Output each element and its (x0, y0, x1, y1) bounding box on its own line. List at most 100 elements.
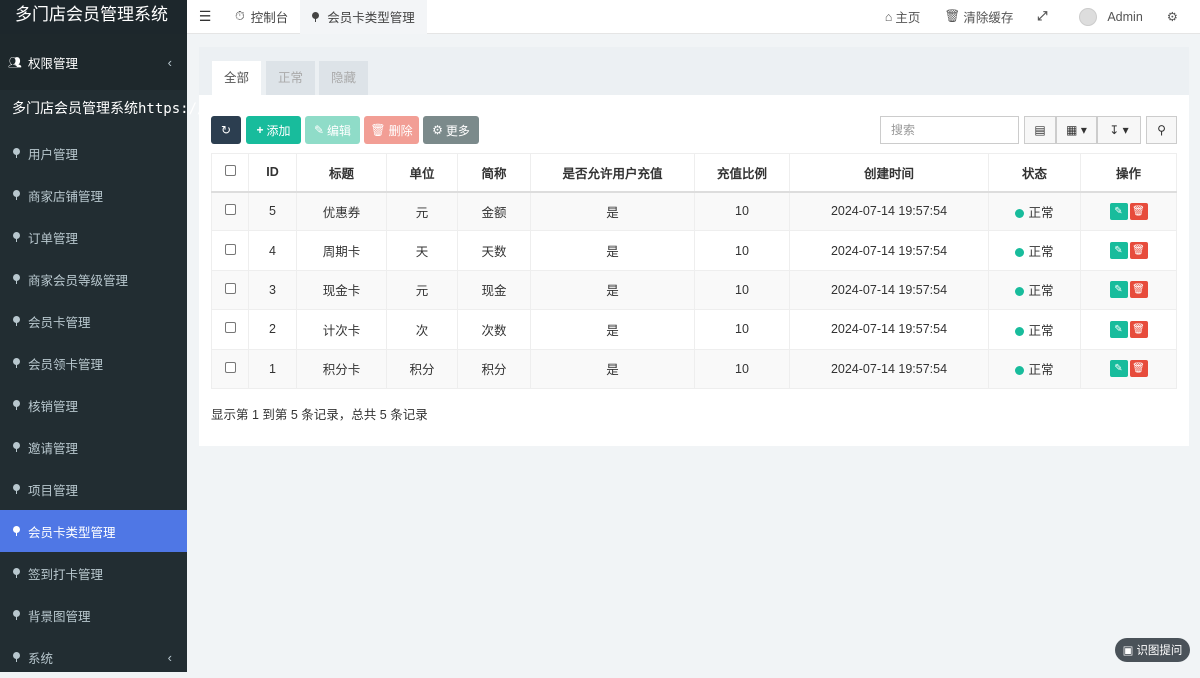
sidebar-item[interactable]: 邀请管理 (0, 426, 187, 468)
delete-row-button[interactable]: 🗑︎ (1129, 281, 1148, 299)
tab-normal[interactable]: 正常 (266, 61, 315, 95)
row-checkbox[interactable] (211, 190, 249, 232)
image-question-badge[interactable]: ▣ 识图提问 (1115, 638, 1190, 662)
table-row[interactable]: 5 优惠券元金额是 10 2024-07-14 19:57:54 正常 ✎ 🗑︎ (211, 190, 1177, 232)
cell-ratio: 10 (694, 309, 790, 350)
status-dot-icon (1015, 287, 1025, 297)
clear-cache-link[interactable]: 🗑︎ 清除缓存 (932, 7, 1025, 26)
menu-toggle-icon[interactable]: ☰ (187, 8, 223, 25)
map-pin-icon (13, 190, 20, 200)
edit-row-button[interactable]: ✎ (1109, 202, 1128, 220)
sidebar-item[interactable]: 背景图管理 (0, 594, 187, 636)
sidebar-group-permissions[interactable]: 👥︎ 权限管理 ‹ (0, 34, 187, 90)
list-view-icon[interactable]: ▤ (1024, 116, 1056, 144)
edit-row-button[interactable]: ✎ (1109, 360, 1128, 378)
table-row[interactable]: 4 周期卡天天数是 10 2024-07-14 19:57:54 正常 ✎ 🗑︎ (211, 230, 1177, 271)
plus-icon: + (256, 123, 264, 137)
sidebar-item-label: 会员卡管理 (28, 315, 91, 330)
row-checkbox[interactable] (211, 309, 249, 350)
sidebar-item[interactable]: 会员领卡管理 (0, 342, 187, 384)
cell-created: 2024-07-14 19:57:54 (789, 230, 989, 271)
sidebar-item[interactable]: 订单管理 (0, 216, 187, 258)
status-label: 正常 (1028, 363, 1054, 378)
pencil-icon: ✎ (313, 123, 325, 137)
avatar (1079, 7, 1098, 26)
sidebar-item[interactable]: 商家店铺管理 (0, 174, 187, 216)
cell-status: 正常 (988, 348, 1081, 389)
app-title: 多门店会员管理系统 (0, 0, 187, 34)
map-pin-icon (13, 568, 20, 578)
cell-unit: 次 (386, 309, 458, 350)
sidebar-item[interactable]: 项目管理 (0, 468, 187, 510)
sidebar-item[interactable]: 签到打卡管理 (0, 552, 187, 594)
select-all-checkbox[interactable] (211, 153, 249, 193)
sidebar-group-label: 权限管理 (27, 56, 78, 71)
status-label: 正常 (1028, 323, 1054, 338)
sidebar-item-label: 订单管理 (28, 231, 79, 246)
cell-created: 2024-07-14 19:57:54 (789, 309, 989, 350)
col-actions: 操作 (1080, 153, 1177, 193)
cell-allow-recharge: 是 (530, 348, 695, 389)
columns-dropdown-icon[interactable]: ▦ ▾ (1056, 116, 1097, 144)
sidebar-item[interactable]: 会员卡类型管理 (0, 510, 187, 552)
table-row[interactable]: 3 现金卡元现金是 10 2024-07-14 19:57:54 正常 ✎ 🗑︎ (211, 269, 1177, 311)
tab-card-type[interactable]: 会员卡类型管理 (300, 0, 427, 34)
sidebar-item-label: 项目管理 (28, 483, 79, 498)
refresh-button[interactable]: ↻ (211, 116, 241, 144)
users-icon: 👥︎ (8, 56, 22, 69)
tab-dashboard[interactable]: ⏱ 控制台 (223, 0, 300, 34)
trash-icon: 🗑︎ (944, 9, 961, 23)
col-id: ID (248, 153, 297, 193)
pagination-info: 显示第 1 到第 5 条记录，总共 5 条记录 (211, 408, 428, 422)
sidebar-item[interactable]: 会员卡管理 (0, 300, 187, 342)
sidebar-item[interactable]: 核销管理 (0, 384, 187, 426)
edit-button[interactable]: ✎ 编辑 (305, 116, 360, 144)
row-checkbox[interactable] (211, 269, 249, 311)
edit-row-button[interactable]: ✎ (1109, 242, 1128, 260)
cell-unit: 积分 (386, 348, 458, 389)
map-pin-icon (13, 232, 20, 242)
trash-icon: 🗑︎ (370, 123, 386, 137)
fullscreen-icon[interactable]: ⤢ (1025, 9, 1059, 24)
home-link[interactable]: ⌂ 主页 (873, 7, 933, 26)
cell-id: 1 (248, 348, 297, 389)
table-row[interactable]: 1 积分卡 积分 积分是 10 2024-07-14 19:57:54 正常 ✎ 🗑︎ (211, 348, 1177, 389)
gears-icon[interactable]: ⚙ (1155, 9, 1190, 24)
col-unit: 单位 (386, 153, 458, 193)
more-button[interactable]: ⚙ 更多 (423, 116, 479, 144)
delete-row-button[interactable]: 🗑︎ (1129, 360, 1148, 378)
dashboard-icon: ⏱ (235, 9, 245, 23)
status-dot-icon (1015, 326, 1025, 336)
gear-icon: ⚙ (432, 123, 443, 137)
chevron-left-icon: ‹ (167, 649, 172, 665)
tab-hidden[interactable]: 隐藏 (319, 61, 368, 95)
tab-all[interactable]: 全部 (212, 61, 261, 95)
table-row[interactable]: 2 计次卡次次数是 10 2024-07-14 19:57:54 正常 ✎ 🗑︎ (211, 309, 1177, 350)
delete-row-button[interactable]: 🗑︎ (1129, 202, 1148, 220)
delete-row-button[interactable]: 🗑︎ (1129, 320, 1148, 338)
edit-row-button[interactable]: ✎ (1109, 281, 1128, 299)
row-checkbox[interactable] (211, 230, 249, 271)
search-input[interactable]: 搜索 (880, 116, 1019, 144)
export-dropdown-icon[interactable]: ↧ ▾ (1097, 116, 1141, 144)
status-dot-icon (1015, 366, 1025, 376)
delete-button[interactable]: 🗑︎ 删除 (364, 116, 419, 144)
card-type-table: ID 标题 单位 简称 是否允许用户充值 充值比例 创建时间 状态 操作 5 优惠… (211, 153, 1177, 389)
map-pin-icon (13, 442, 20, 452)
sidebar-item-label: 系统 (28, 651, 54, 666)
cell-ratio: 10 (694, 190, 790, 232)
cell-short: 次数 (457, 309, 531, 350)
sidebar-item-label: 会员卡类型管理 (28, 525, 116, 540)
delete-row-button[interactable]: 🗑︎ (1129, 242, 1148, 260)
sidebar-item[interactable]: 商家会员等级管理 (0, 258, 187, 300)
add-button[interactable]: + 添加 (246, 116, 301, 144)
map-pin-icon (13, 148, 20, 158)
sidebar-item-label: 商家会员等级管理 (28, 273, 129, 288)
row-checkbox[interactable] (211, 348, 249, 389)
sidebar-item[interactable]: 用户管理 (0, 132, 187, 174)
edit-row-button[interactable]: ✎ (1109, 320, 1128, 338)
search-icon[interactable]: ⚲ (1146, 116, 1177, 144)
status-dot-icon (1015, 248, 1025, 258)
cell-id: 4 (248, 230, 297, 271)
user-menu[interactable]: Admin (1059, 7, 1154, 26)
